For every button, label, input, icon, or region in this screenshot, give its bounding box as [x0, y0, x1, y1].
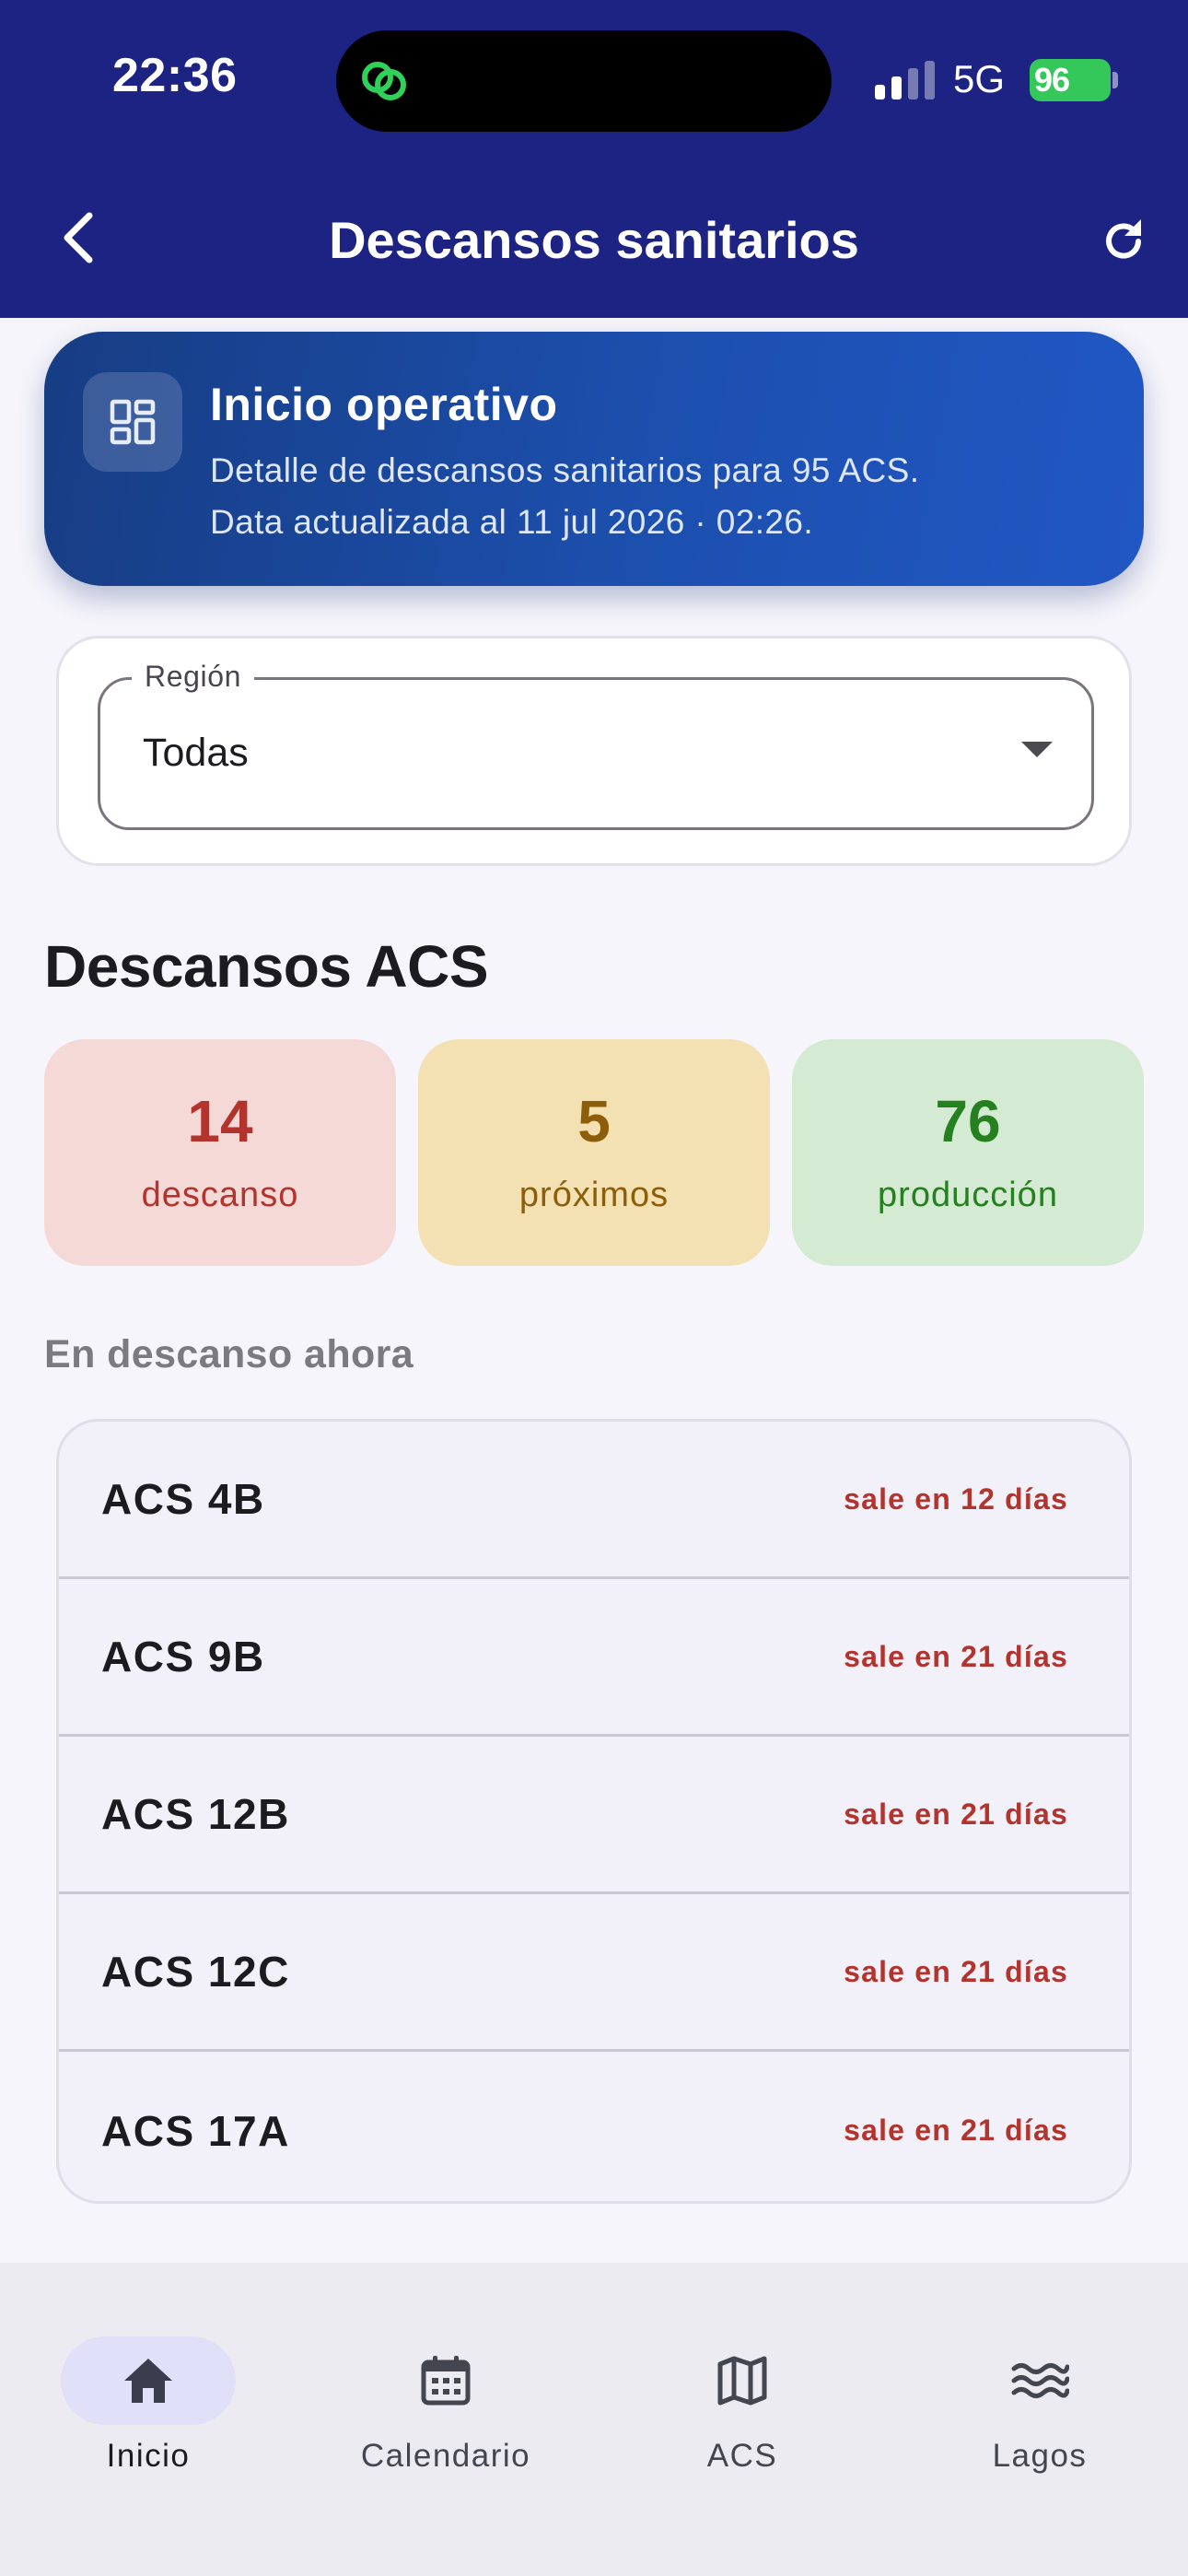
acs-name: ACS 12B: [101, 1790, 290, 1838]
stat-card-rest[interactable]: 14 descanso: [44, 1039, 396, 1266]
stat-label: producción: [878, 1176, 1058, 1214]
acs-name: ACS 9B: [101, 1633, 265, 1680]
signal-icon: [875, 61, 935, 100]
battery-icon: 96: [1030, 59, 1111, 101]
battery-level: 96: [1034, 61, 1070, 99]
waves-icon: [1011, 2363, 1069, 2398]
nav-item-calendario[interactable]: Calendario: [317, 2300, 575, 2474]
exit-status: sale en 21 días: [844, 1639, 1068, 1673]
stat-value: 5: [577, 1088, 611, 1154]
dropdown-arrow-icon: [1021, 742, 1053, 757]
region-filter-card: Región Todas: [56, 636, 1132, 866]
stat-label: próximos: [518, 1176, 670, 1214]
nav-icon-container: [952, 2336, 1127, 2425]
region-select-value: Todas: [143, 731, 249, 775]
nav-item-acs[interactable]: ACS: [613, 2300, 871, 2474]
exit-status: sale en 12 días: [844, 1481, 1068, 1516]
bottom-navigation: Inicio Calendario ACS Lagos: [0, 2263, 1188, 2576]
refresh-button[interactable]: [1087, 205, 1160, 278]
list-item[interactable]: ACS 17A sale en 21 días: [59, 2052, 1129, 2201]
nav-label: Inicio: [106, 2438, 191, 2474]
acs-name: ACS 17A: [101, 2106, 290, 2155]
nav-label: Lagos: [992, 2438, 1088, 2474]
region-select-label: Región: [132, 660, 255, 694]
nav-item-inicio[interactable]: Inicio: [19, 2300, 277, 2474]
section-title: Descansos ACS: [44, 933, 489, 1000]
link-app-icon: [362, 62, 406, 100]
banner-updated-at: Data actualizada al 11 jul 2026 · 02:26.: [210, 503, 814, 541]
stat-value: 14: [187, 1088, 253, 1154]
network-type: 5G: [953, 57, 1006, 100]
nav-icon-container: [358, 2336, 533, 2425]
stat-card-upcoming[interactable]: 5 próximos: [418, 1039, 770, 1266]
battery-tip: [1112, 72, 1118, 88]
acs-name: ACS 4B: [101, 1475, 265, 1523]
status-time: 22:36: [112, 49, 238, 102]
stat-label: descanso: [141, 1176, 299, 1214]
now-resting-title: En descanso ahora: [44, 1332, 414, 1376]
dynamic-island: [336, 30, 832, 132]
list-item[interactable]: ACS 9B sale en 21 días: [59, 1579, 1129, 1737]
nav-label: ACS: [706, 2438, 778, 2474]
exit-status: sale en 21 días: [844, 1954, 1068, 1988]
list-item[interactable]: ACS 12B sale en 21 días: [59, 1737, 1129, 1894]
overview-banner: Inicio operativo Detalle de descansos sa…: [44, 332, 1144, 586]
dashboard-icon: [110, 399, 156, 445]
banner-title: Inicio operativo: [210, 379, 558, 430]
exit-status: sale en 21 días: [844, 1797, 1068, 1831]
refresh-icon: [1106, 219, 1141, 259]
region-select[interactable]: Región Todas: [98, 660, 1094, 830]
calendar-icon: [421, 2356, 471, 2406]
nav-icon-container: [655, 2336, 830, 2425]
list-item[interactable]: ACS 4B sale en 12 días: [59, 1422, 1129, 1579]
list-item[interactable]: ACS 12C sale en 21 días: [59, 1894, 1129, 2052]
page-title: Descansos sanitarios: [329, 211, 859, 269]
map-icon: [717, 2356, 767, 2406]
home-icon: [124, 2359, 172, 2403]
top-header: 22:36 5G 96 Descansos sanitarios: [0, 0, 1188, 318]
nav-item-lagos[interactable]: Lagos: [911, 2300, 1169, 2474]
stat-value: 76: [935, 1088, 1001, 1154]
stat-card-production[interactable]: 76 producción: [792, 1039, 1144, 1266]
nav-active-indicator: [61, 2336, 236, 2425]
now-resting-list: ACS 4B sale en 12 días ACS 9B sale en 21…: [56, 1419, 1132, 2204]
nav-label: Calendario: [360, 2438, 531, 2474]
acs-name: ACS 12C: [101, 1948, 290, 1996]
banner-description: Detalle de descansos sanitarios para 95 …: [210, 451, 920, 489]
banner-icon-container: [83, 372, 182, 472]
exit-status: sale en 21 días: [844, 2113, 1068, 2147]
